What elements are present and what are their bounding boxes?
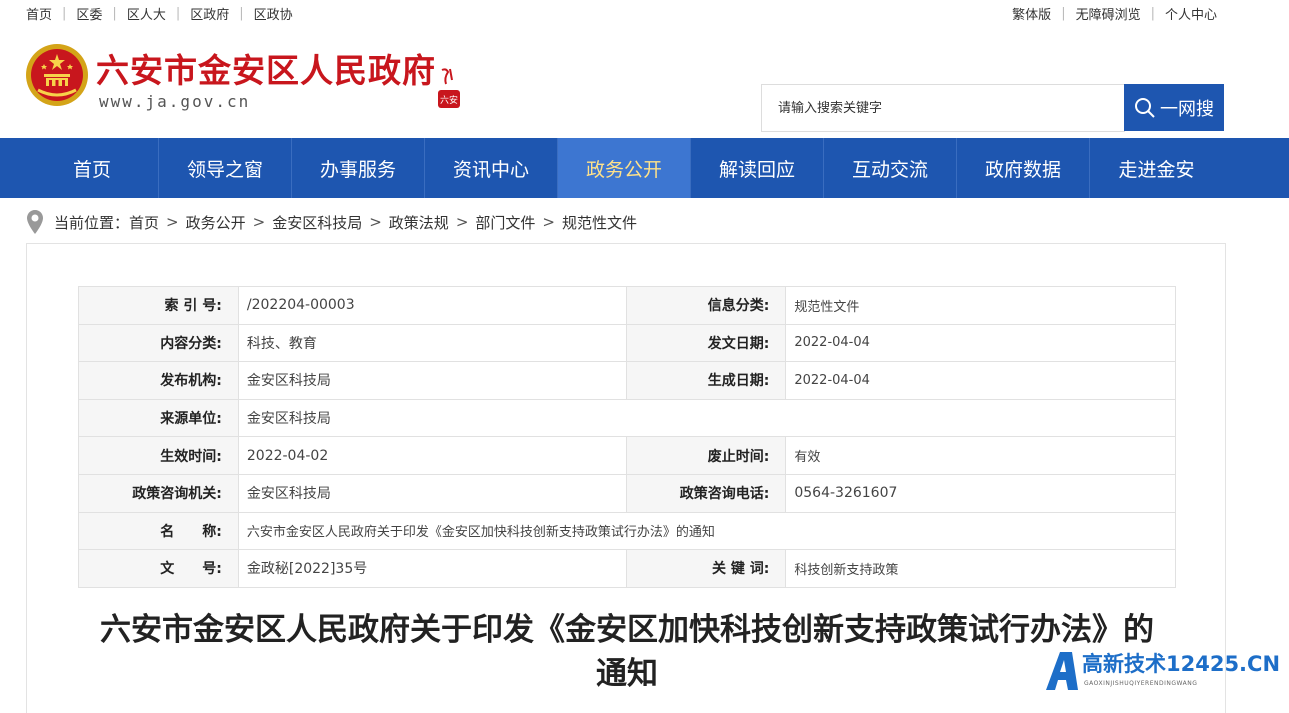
document-meta-table: 索 引 号: /202204-00003 信息分类: 规范性文件 内容分类: 科… bbox=[78, 286, 1177, 588]
name-label: 名 称: bbox=[78, 511, 239, 551]
breadcrumb-separator: > bbox=[166, 213, 179, 231]
watermark-logo-icon bbox=[1046, 652, 1078, 690]
nav-government-data[interactable]: 政府数据 bbox=[957, 138, 1090, 198]
index-value: /202204-00003 bbox=[237, 286, 627, 325]
info-category-label: 信息分类: bbox=[625, 286, 787, 325]
top-links-left: 首页 | 区委 | 区人大 | 区政府 | 区政协 bbox=[26, 4, 293, 23]
doc-number-label: 文 号: bbox=[78, 549, 239, 588]
breadcrumb-separator: > bbox=[542, 213, 555, 231]
article-content: 索 引 号: /202204-00003 信息分类: 规范性文件 内容分类: 科… bbox=[26, 243, 1226, 713]
consult-tel-label: 政策咨询电话: bbox=[625, 473, 787, 513]
source-label: 来源单位: bbox=[78, 398, 239, 438]
watermark-text: 高新技术12425.CN bbox=[1082, 652, 1281, 676]
site-url: www.ja.gov.cn bbox=[99, 92, 251, 111]
table-row: 发布机构: 金安区科技局 生成日期: 2022-04-04 bbox=[78, 361, 1176, 400]
breadcrumb-separator: > bbox=[455, 213, 469, 231]
keywords-value: 科技创新支持政策 bbox=[785, 549, 1176, 588]
source-value: 金安区科技局 bbox=[237, 398, 1177, 438]
personal-center-link[interactable]: 个人中心 bbox=[1165, 4, 1217, 23]
breadcrumb-dept-files[interactable]: 部门文件 bbox=[475, 212, 535, 233]
table-row: 文 号: 金政秘[2022]35号 关 键 词: 科技创新支持政策 bbox=[78, 549, 1176, 588]
keywords-label: 关 键 词: bbox=[625, 549, 787, 588]
top-link-district-cppcc[interactable]: 区政协 bbox=[254, 4, 293, 23]
name-value: 六安市金安区人民政府关于印发《金安区加快科技创新支持政策试行办法》的通知 bbox=[237, 511, 1177, 551]
effective-time-label: 生效时间: bbox=[78, 436, 239, 475]
breadcrumb-label: 当前位置： bbox=[54, 213, 130, 232]
national-emblem-icon[interactable] bbox=[24, 42, 90, 108]
top-link-district-committee[interactable]: 区委 bbox=[76, 4, 102, 23]
traditional-chinese-link[interactable]: 繁体版 bbox=[1012, 4, 1051, 23]
publisher-label: 发布机构: bbox=[78, 361, 239, 400]
breadcrumb-tech-bureau[interactable]: 金安区科技局 bbox=[272, 212, 362, 233]
breadcrumb-government-affairs[interactable]: 政务公开 bbox=[186, 212, 246, 233]
table-row: 政策咨询机关: 金安区科技局 政策咨询电话: 0564-3261607 bbox=[78, 473, 1176, 513]
index-label: 索 引 号: bbox=[78, 286, 239, 325]
top-link-district-government[interactable]: 区政府 bbox=[190, 4, 229, 23]
nav-interpretation[interactable]: 解读回应 bbox=[691, 138, 824, 198]
consult-org-label: 政策咨询机关: bbox=[78, 473, 239, 513]
breadcrumb-normative-files[interactable]: 规范性文件 bbox=[562, 212, 637, 233]
table-row: 生效时间: 2022-04-02 废止时间: 有效 bbox=[78, 436, 1176, 475]
issue-date-value: 2022-04-04 bbox=[785, 323, 1176, 363]
info-category-value: 规范性文件 bbox=[785, 286, 1176, 325]
top-utility-bar: 首页 | 区委 | 区人大 | 区政府 | 区政协 繁体版 | 无障碍浏览 | 个人中心 bbox=[0, 0, 1289, 26]
content-category-value: 科技、教育 bbox=[237, 323, 627, 363]
breadcrumb-separator: > bbox=[369, 213, 382, 231]
search-button[interactable]: 一网搜 bbox=[1124, 84, 1224, 131]
issue-date-label: 发文日期: bbox=[625, 323, 787, 363]
seal-logo-icon: 六安 bbox=[438, 68, 460, 108]
breadcrumb: 当前位置： 首页 > 政务公开 > 金安区科技局 > 政策法规 > 部门文件 >… bbox=[26, 208, 637, 236]
table-row: 名 称: 六安市金安区人民政府关于印发《金安区加快科技创新支持政策试行办法》的通… bbox=[78, 511, 1177, 551]
consult-org-value: 金安区科技局 bbox=[237, 473, 627, 513]
breadcrumb-separator: > bbox=[252, 213, 266, 231]
nav-leaders[interactable]: 领导之窗 bbox=[159, 138, 292, 198]
breadcrumb-policies[interactable]: 政策法规 bbox=[389, 212, 449, 233]
abolish-time-label: 废止时间: bbox=[625, 436, 787, 475]
search-button-label: 一网搜 bbox=[1160, 98, 1214, 120]
nav-government-affairs[interactable]: 政务公开 bbox=[558, 138, 691, 198]
abolish-time-value: 有效 bbox=[785, 436, 1176, 475]
top-link-home[interactable]: 首页 bbox=[26, 4, 52, 23]
accessibility-link[interactable]: 无障碍浏览 bbox=[1076, 4, 1141, 23]
nav-home[interactable]: 首页 bbox=[26, 138, 159, 198]
search-icon bbox=[1135, 97, 1155, 118]
top-link-district-congress[interactable]: 区人大 bbox=[127, 4, 166, 23]
doc-number-value: 金政秘[2022]35号 bbox=[237, 549, 627, 588]
generate-date-label: 生成日期: bbox=[625, 361, 787, 400]
seal-text: 六安 bbox=[440, 94, 458, 106]
generate-date-value: 2022-04-04 bbox=[785, 361, 1176, 400]
publisher-value: 金安区科技局 bbox=[237, 361, 627, 400]
content-category-label: 内容分类: bbox=[78, 323, 239, 363]
site-header: 六安市金安区人民政府 www.ja.gov.cn 六安 一网搜 bbox=[0, 26, 1289, 138]
watermark: 高新技术12425.CN GAOXINJISHUQIYERENDINGWANG bbox=[1042, 646, 1289, 698]
location-pin-icon bbox=[27, 210, 43, 234]
consult-tel-value: 0564-3261607 bbox=[785, 473, 1176, 513]
table-row: 内容分类: 科技、教育 发文日期: 2022-04-04 bbox=[78, 323, 1176, 363]
effective-time-value: 2022-04-02 bbox=[237, 436, 627, 475]
breadcrumb-home[interactable]: 首页 bbox=[129, 212, 159, 233]
nav-news[interactable]: 资讯中心 bbox=[425, 138, 558, 198]
table-row: 来源单位: 金安区科技局 bbox=[78, 398, 1177, 438]
nav-services[interactable]: 办事服务 bbox=[292, 138, 425, 198]
nav-interaction[interactable]: 互动交流 bbox=[824, 138, 957, 198]
nav-about-jinan[interactable]: 走进金安 bbox=[1090, 138, 1223, 198]
main-nav: 首页 领导之窗 办事服务 资讯中心 政务公开 解读回应 互动交流 政府数据 走进… bbox=[0, 138, 1289, 198]
table-row: 索 引 号: /202204-00003 信息分类: 规范性文件 bbox=[78, 286, 1176, 325]
top-links-right: 繁体版 | 无障碍浏览 | 个人中心 bbox=[1012, 4, 1217, 23]
site-title[interactable]: 六安市金安区人民政府 bbox=[96, 44, 436, 92]
search-input[interactable] bbox=[761, 84, 1125, 132]
watermark-subtext: GAOXINJISHUQIYERENDINGWANG bbox=[1084, 680, 1198, 687]
